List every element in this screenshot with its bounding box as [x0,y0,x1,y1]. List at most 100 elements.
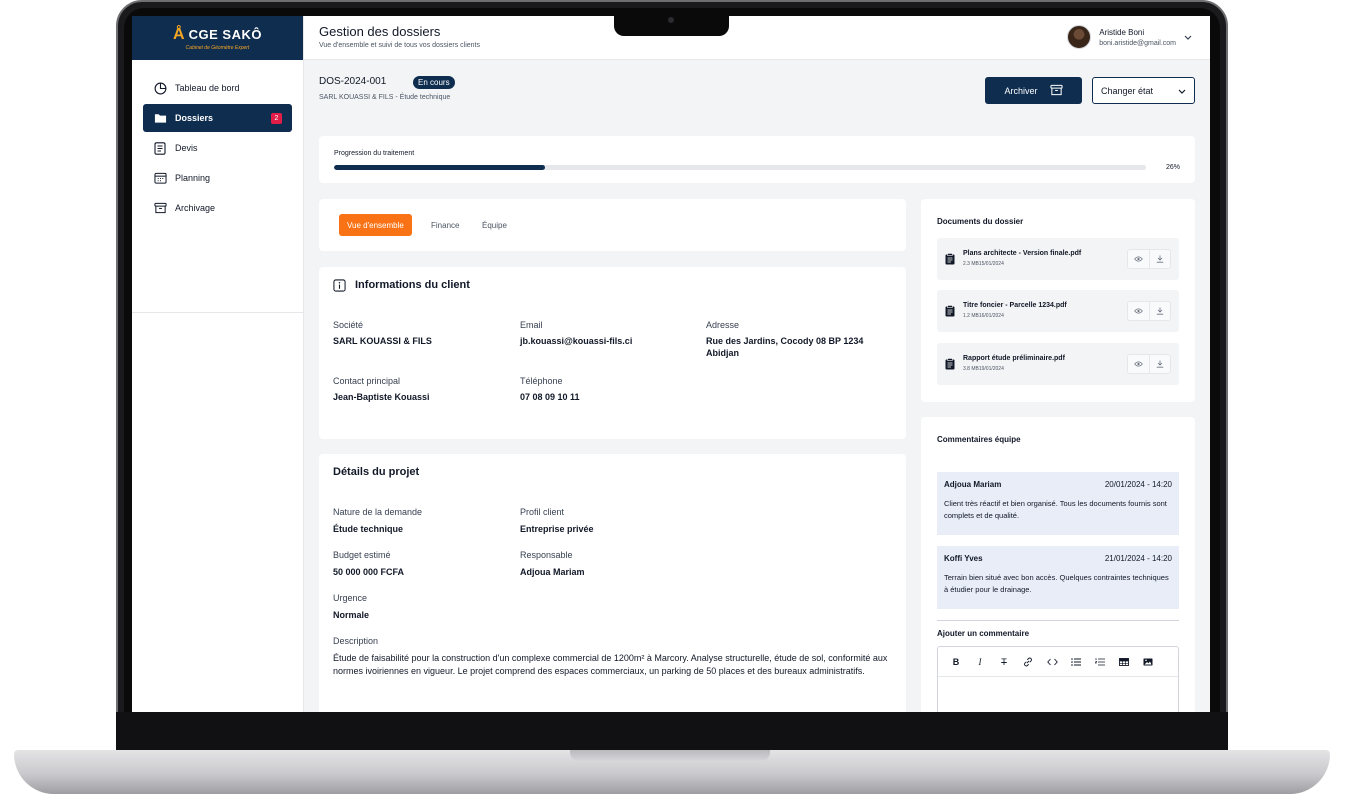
responsable-value: Adjoua Mariam [520,567,585,577]
table-icon[interactable] [1112,652,1136,672]
comment-text: Client très réactif et bien organisé. To… [944,499,1167,520]
comment-item: Koffi Yves 21/01/2024 - 14:20 Terrain bi… [937,546,1179,609]
page-subtitle: Vue d'ensemble et suivi de tous vos doss… [319,42,480,49]
bullet-list-icon[interactable] [1064,652,1088,672]
sidebar-item-dossiers[interactable]: Dossiers 2 [143,104,292,132]
download-icon[interactable] [1149,250,1170,268]
email-label: Email [520,320,543,330]
eye-icon[interactable] [1128,302,1149,320]
dossier-id: DOS-2024-001 [319,76,387,87]
document-item: Titre foncier - Parcelle 1234.pdf 1.2 MB… [937,290,1179,332]
documents-title: Documents du dossier [937,217,1024,226]
italic-button[interactable]: I [968,652,992,672]
chevron-down-icon[interactable] [1184,32,1192,42]
numbered-list-icon[interactable] [1088,652,1112,672]
budget-value: 50 000 000 FCFA [333,567,405,577]
client-info-card: Informations du client Société SARL KOUA… [319,267,906,439]
main-content: DOS-2024-001 En cours SARL KOUASSI & FIL… [304,60,1210,712]
comment-author: Koffi Yves [944,554,983,563]
documents-card: Documents du dossier Plans architecte - … [921,199,1195,402]
image-icon[interactable] [1136,652,1160,672]
contact-label: Contact principal [333,376,401,386]
clipboard-icon [945,252,955,270]
comment-date: 21/01/2024 - 14:20 [1104,554,1172,563]
calendar-icon [153,171,167,185]
dossiers-count-badge: 2 [271,112,282,124]
eye-icon[interactable] [1128,250,1149,268]
sidebar-item-label: Archivage [175,203,216,213]
project-details-card: Détails du projet Nature de la demande É… [319,454,906,712]
budget-label: Budget estimé [333,550,391,560]
strikethrough-button[interactable]: T [992,652,1016,672]
editor-toolbar: B I T [938,647,1178,677]
bold-button[interactable]: B [944,652,968,672]
progress-card: Progression du traitement 26% [319,136,1195,183]
document-name[interactable]: Rapport étude préliminaire.pdf [963,355,1065,362]
adresse-value: Rue des Jardins, Cocody 08 BP 1234 Abidj… [706,336,864,358]
archive-icon [153,201,167,215]
top-bar: Gestion des dossiers Vue d'ensemble et s… [304,16,1210,60]
contact-value: Jean-Baptiste Kouassi [333,392,430,402]
sidebar-item-tableau-de-bord[interactable]: Tableau de bord [143,74,292,102]
sidebar-item-archivage[interactable]: Archivage [143,194,292,222]
sidebar-nav: Tableau de bord Dossiers 2 Devis Plannin… [132,60,303,238]
telephone-value: 07 08 09 10 11 [520,392,580,402]
document-meta: 3.8 MB19/01/2024 [963,366,1004,372]
archive-icon [1049,84,1063,98]
laptop-base [14,750,1330,794]
folder-icon [153,111,167,125]
status-badge: En cours [413,76,455,89]
tab-equipe[interactable]: Équipe [474,214,515,236]
societe-label: Société [333,320,364,330]
tab-vue-ensemble[interactable]: Vue d'ensemble [339,214,412,236]
sidebar-item-planning[interactable]: Planning [143,164,292,192]
tab-finance[interactable]: Finance [423,214,467,236]
change-state-dropdown[interactable]: Changer état [1092,77,1195,104]
user-name: Aristide Boni [1099,27,1145,37]
document-meta: 1.2 MB16/01/2024 [963,313,1004,319]
progress-bar [334,165,1146,170]
adresse-label: Adresse [706,320,740,330]
profil-label: Profil client [520,507,565,517]
app-screen: Å CGE SAKÔ Cabinet de Géomètre Expert Ta… [132,16,1210,712]
info-icon [333,279,346,297]
download-icon[interactable] [1149,355,1170,373]
responsable-label: Responsable [520,550,573,560]
document-name[interactable]: Plans architecte - Version finale.pdf [963,250,1081,257]
avatar [1067,25,1092,49]
comment-author: Adjoua Mariam [944,480,1002,489]
progress-fill [334,165,546,170]
comment-date: 20/01/2024 - 14:20 [1104,480,1172,489]
user-menu[interactable]: Aristide Boni boni.aristide@gmail.com [1067,25,1192,49]
email-value: jb.kouassi@kouassi-fils.ci [520,336,633,346]
urgence-label: Urgence [333,593,368,603]
document-item: Rapport étude préliminaire.pdf 3.8 MB19/… [937,343,1179,385]
project-details-title: Détails du projet [333,466,420,478]
chevron-down-icon [1178,86,1186,96]
sidebar-item-devis[interactable]: Devis [143,134,292,162]
link-icon[interactable] [1016,652,1040,672]
document-name[interactable]: Titre foncier - Parcelle 1234.pdf [963,302,1067,309]
comments-title: Commentaires équipe [937,435,1021,444]
document-item: Plans architecte - Version finale.pdf 2.… [937,238,1179,280]
user-email: boni.aristide@gmail.com [1099,39,1176,47]
tabs-card: Vue d'ensemble Finance Équipe [319,199,906,251]
comment-item: Adjoua Mariam 20/01/2024 - 14:20 Client … [937,472,1179,535]
compass-icon: Å [173,25,185,43]
comments-card: Commentaires équipe Adjoua Mariam 20/01/… [921,417,1195,712]
clipboard-icon [945,304,955,322]
eye-icon[interactable] [1128,355,1149,373]
add-comment-label: Ajouter un commentaire [937,629,1030,638]
code-icon[interactable] [1040,652,1064,672]
nature-label: Nature de la demande [333,507,423,517]
description-label: Description [333,636,379,646]
sidebar-item-label: Dossiers [175,113,214,123]
progress-value: 26% [1165,164,1180,171]
dashboard-icon [153,81,167,95]
clipboard-icon [945,357,955,375]
comment-editor[interactable]: B I T [937,646,1179,712]
download-icon[interactable] [1149,302,1170,320]
brand-logo[interactable]: Å CGE SAKÔ Cabinet de Géomètre Expert [132,16,303,60]
archive-button[interactable]: Archiver [985,77,1082,104]
description-value: Étude de faisabilité pour la constructio… [333,653,888,676]
